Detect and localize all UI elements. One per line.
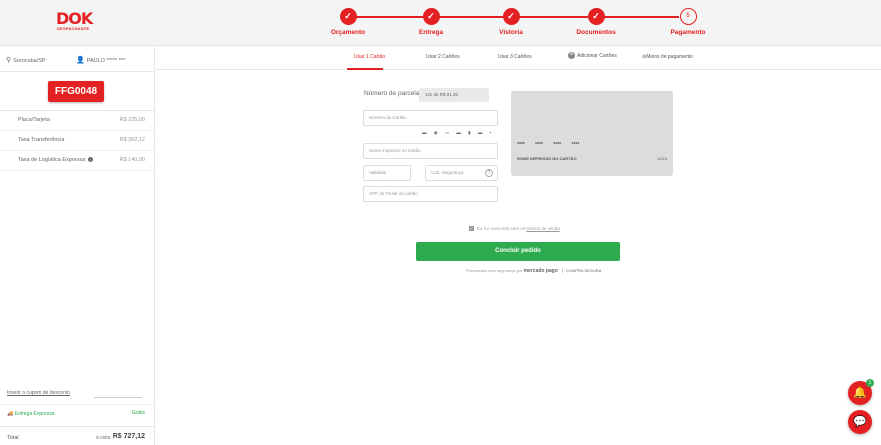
info-icon[interactable]: i	[87, 157, 93, 163]
card-preview-holder: NOME IMPRESSO NO CARTÃO	[517, 156, 577, 161]
secure-badge: COMPRA SEGURA	[561, 268, 601, 273]
submit-order-button[interactable]: Concluir pedido	[416, 242, 620, 261]
logo-subtext: DESPACHANTE	[57, 26, 90, 31]
fee-name-text: Taxa de Logística Expressa	[18, 157, 86, 163]
express-label-text: Entrega Expressa	[14, 411, 55, 417]
terms-text: Eu li e concordo com os	[477, 226, 526, 231]
tab-two-cards[interactable]: Usar 2 Cartões	[426, 54, 460, 60]
step-orcamento[interactable]: ✓ Orçamento	[308, 8, 388, 36]
step-vistoria[interactable]: ✓ Vistoria	[471, 8, 551, 36]
cpf-input[interactable]: CPF do Titular do cartão	[363, 186, 498, 202]
card-preview-number: **** **** **** ****	[517, 142, 580, 148]
total-prefix: à vista	[96, 435, 111, 441]
secure-payment-footer: Processado com segurança por mercado pag…	[466, 268, 601, 274]
step-label: Entrega	[418, 29, 444, 36]
fee-name: Taxa Transferência	[18, 137, 65, 143]
fee-name: Taxa de Logística Expressa i	[18, 157, 93, 163]
truck-icon: 🚚	[7, 411, 14, 417]
fee-row: Taxa Transferência R$ 362,12	[0, 131, 155, 151]
card-number-input[interactable]: Número do Cartão	[363, 110, 498, 126]
payment-tabs: Usar 1 Cartão Usar 2 Cartões Usar 3 Cart…	[156, 46, 881, 70]
top-bar: DOK DESPACHANTE ✓ Orçamento ✓ Entrega ✓ …	[0, 0, 881, 46]
expiry-input[interactable]: Validade	[363, 165, 411, 181]
active-tab-indicator	[347, 68, 383, 70]
terms-checkbox[interactable]: ✓	[469, 226, 474, 232]
help-icon[interactable]: ?	[485, 169, 493, 177]
express-delivery-row: 🚚 Entrega Expressa Grátis	[0, 404, 155, 424]
express-value: Grátis	[131, 410, 145, 416]
installments-select[interactable]: 12x de R$ 81,20	[419, 88, 489, 102]
logo[interactable]: DOK DESPACHANTE	[56, 11, 98, 33]
user: 👤 PAULO ***** ***	[76, 56, 125, 64]
tab-add-cards-label: Adicionar Cartões	[577, 52, 617, 59]
notification-badge: 1	[866, 379, 874, 387]
card-brands-icons: ▬ ◉ ▭ ▬ ▮ ▬ ▪	[422, 130, 495, 135]
plus-icon: +	[568, 52, 575, 59]
check-icon: ✓	[502, 8, 520, 25]
tab-one-card[interactable]: Usar 1 Cartão	[354, 54, 385, 60]
step-entrega[interactable]: ✓ Entrega	[391, 8, 471, 36]
card-holder-input[interactable]: Nome impresso no cartão	[363, 143, 498, 159]
step-label: Orçamento	[330, 29, 366, 36]
location-text: Sorocaba/SP	[13, 58, 46, 64]
step-label: Documentos	[576, 29, 616, 36]
license-plate: FFG0048	[48, 81, 104, 102]
coupon-input-line[interactable]	[94, 397, 142, 398]
location-pin-icon: ⚲	[6, 57, 12, 64]
fee-row: Taxa de Logística Expressa i R$ 140,00	[0, 151, 155, 171]
step-label: Pagamento	[670, 29, 706, 36]
tab-three-cards[interactable]: Usar 3 Cartões	[498, 54, 532, 60]
check-icon: ✓	[587, 8, 605, 25]
chat-bubble-icon: 💬	[853, 416, 867, 428]
installments-label: Número de parcelas	[364, 90, 423, 97]
tab-payment-methods-label: Meios de pagamento	[646, 54, 693, 60]
step-label: Vistoria	[499, 29, 523, 36]
user-name: PAULO ***** ***	[86, 58, 126, 64]
chat-button[interactable]: 💬	[848, 410, 872, 434]
cvv-placeholder: Cód. Segurança	[431, 170, 464, 175]
location-row: ⚲ Sorocaba/SP 👤 PAULO ***** ***	[0, 46, 155, 72]
location: ⚲ Sorocaba/SP	[6, 56, 46, 64]
total-label: Total	[7, 435, 19, 441]
step-pagamento[interactable]: 5 Pagamento	[648, 8, 728, 36]
express-label: 🚚 Entrega Expressa	[7, 411, 54, 417]
fee-value: R$ 225,00	[119, 117, 145, 123]
logo-text: DOK	[56, 9, 93, 28]
fee-row: Placa/Tarjeta R$ 225,00	[0, 111, 155, 131]
step-documentos[interactable]: ✓ Documentos	[556, 8, 636, 36]
cvv-input[interactable]: Cód. Segurança ?	[425, 165, 498, 181]
card-preview: **** **** **** **** NOME IMPRESSO NO CAR…	[511, 91, 673, 176]
notifications-button[interactable]: 🔔 1	[848, 379, 874, 405]
fees-list: Placa/Tarjeta R$ 225,00 Taxa Transferênc…	[0, 110, 155, 171]
mercado-pago-logo: mercado pago	[523, 268, 558, 274]
total-row: Total à vista R$ 727,12	[0, 426, 155, 445]
total-value: R$ 727,12	[112, 433, 145, 440]
progress-steps: ✓ Orçamento ✓ Entrega ✓ Vistoria ✓ Docum…	[320, 8, 740, 40]
order-summary-sidebar: ⚲ Sorocaba/SP 👤 PAULO ***** *** FFG0048 Pl…	[0, 46, 155, 445]
fee-value: R$ 140,00	[119, 157, 145, 163]
tab-payment-methods[interactable]: ⊘Meios de pagamento	[642, 54, 693, 60]
fee-value: R$ 362,12	[119, 137, 145, 143]
tab-add-cards[interactable]: + Adicionar Cartões	[568, 52, 617, 59]
bell-icon: 🔔	[853, 387, 867, 399]
check-icon: ✓	[339, 8, 357, 25]
terms-row: ✓ Eu li e concordo com os termos de venda	[469, 226, 560, 232]
coupon-link[interactable]: Inserir o cupom de desconto	[7, 390, 70, 396]
step-number: 5	[679, 8, 697, 25]
fee-name: Placa/Tarjeta	[18, 117, 50, 123]
terms-link[interactable]: termos de venda	[526, 226, 560, 231]
check-icon: ✓	[422, 8, 440, 25]
secure-prefix: Processado com segurança por	[466, 268, 523, 273]
card-preview-expiry: 12/16	[656, 156, 667, 161]
user-icon: 👤	[76, 57, 85, 64]
